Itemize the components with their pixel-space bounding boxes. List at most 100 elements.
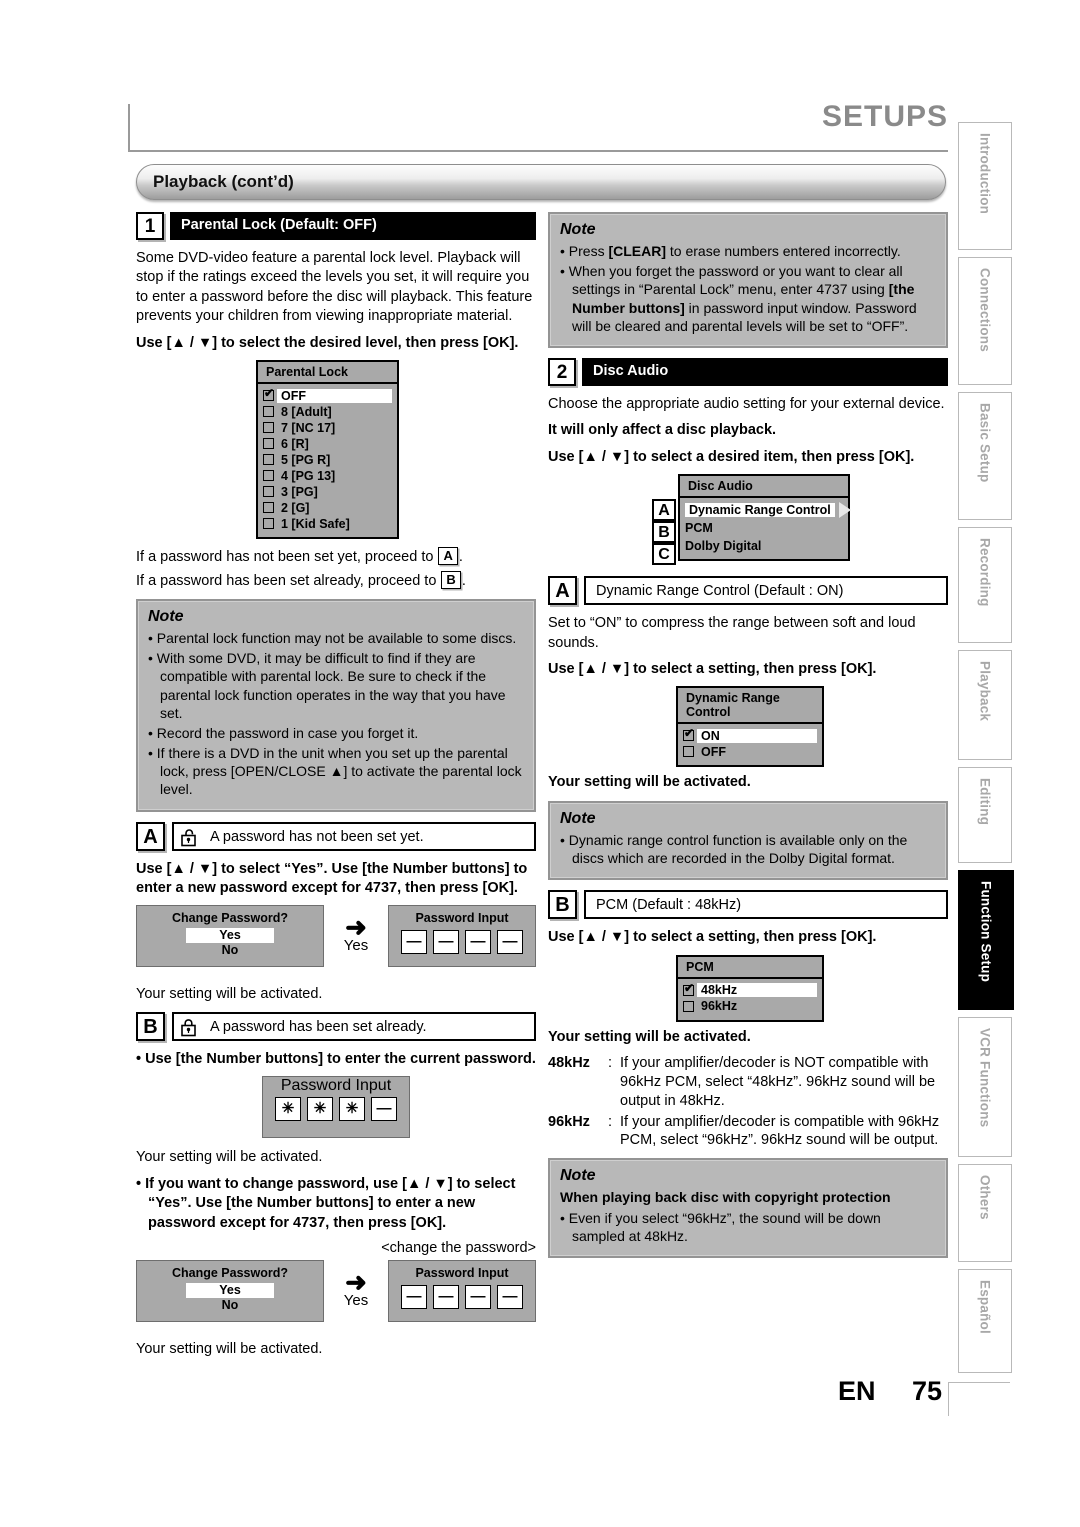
digit-cell[interactable]: — (497, 1285, 523, 1310)
page-header: SETUPS (128, 100, 948, 152)
block-letter: B (136, 1011, 165, 1041)
osd-option[interactable]: Dynamic Range Control (680, 501, 851, 518)
password-input-panel: Password Input — — — — (388, 905, 536, 968)
yes-option[interactable]: Yes (186, 1283, 274, 1299)
digit-group: — — — — (389, 928, 535, 960)
checkbox-icon[interactable] (683, 727, 694, 742)
yes-option[interactable]: Yes (186, 928, 274, 944)
password-input-panel: Password Input — — — — (388, 1260, 536, 1323)
tab-editing[interactable]: Editing (958, 767, 1012, 863)
block-b-input-wrap: Password Input ✳ ✳ ✳ — (136, 1076, 536, 1144)
osd-option[interactable]: OFF (263, 387, 392, 403)
reference-key-a: A (438, 547, 458, 566)
tab-basic-setup[interactable]: Basic Setup (958, 392, 1012, 520)
digit-cell[interactable]: — (497, 930, 523, 955)
tab-recording[interactable]: Recording (958, 527, 1012, 643)
tab-label: Connections (977, 268, 993, 352)
digit-cell[interactable]: ✳ (275, 1097, 301, 1122)
note-list: Dynamic range control function is availa… (560, 831, 936, 867)
right-block-a-heading: A Dynamic Range Control (Default : ON) (548, 576, 948, 606)
checkbox-icon[interactable] (263, 438, 274, 450)
no-option[interactable]: No (186, 943, 274, 958)
parental-lock-menu-wrap: Parental Lock OFF 8 [Adult] 7 [NC 17] 6 … (256, 360, 536, 540)
step-2-heading: 2 Disc Audio (548, 357, 948, 386)
digit-cell[interactable]: — (401, 1285, 427, 1310)
osd-option[interactable]: OFF (683, 744, 817, 759)
checkbox-icon[interactable] (263, 518, 274, 530)
osd-option[interactable]: 6 [R] (263, 436, 392, 451)
checkbox-icon[interactable] (683, 1000, 694, 1012)
note-parental-lock: Note Parental lock function may not be a… (136, 598, 536, 812)
digit-cell[interactable]: — (465, 1285, 491, 1310)
osd-body: ON OFF (678, 724, 822, 765)
proceed-a-line: If a password has not been set yet, proc… (136, 547, 536, 567)
osd-option-label: 7 [NC 17] (281, 420, 336, 435)
osd-option[interactable]: 8 [Adult] (263, 404, 392, 419)
checkbox-icon[interactable] (263, 486, 274, 498)
definition-desc: If your amplifier/decoder is NOT compati… (620, 1055, 936, 1109)
checkbox-icon[interactable] (683, 982, 694, 996)
no-option[interactable]: No (186, 1298, 274, 1313)
tab-introduction[interactable]: Introduction (958, 122, 1012, 250)
page-number: 75 (912, 1376, 943, 1406)
osd-option-label: 3 [PG] (281, 484, 318, 499)
definition-term: 48kHz (548, 1055, 590, 1072)
osd-option[interactable]: 96kHz (683, 999, 817, 1014)
unlocked-padlock-icon (181, 828, 196, 846)
tab-espanol[interactable]: Español (958, 1269, 1012, 1373)
checkbox-icon[interactable] (263, 502, 274, 514)
checkbox-icon[interactable] (683, 746, 694, 758)
osd-option[interactable]: 7 [NC 17] (263, 420, 392, 435)
note-item: Even if you select “96kHz”, the sound wi… (560, 1209, 936, 1245)
note-key: [CLEAR] (608, 243, 667, 259)
yes-no-group: Yes No (186, 928, 274, 958)
pcm-menu-wrap: PCM 48kHz 96kHz (676, 954, 948, 1022)
osd-option[interactable]: 48kHz (683, 982, 817, 998)
flow-arrow: ➜ Yes (326, 914, 386, 954)
checkbox-icon[interactable] (263, 387, 274, 402)
osd-option[interactable]: PCM (680, 519, 848, 536)
osd-option[interactable]: 3 [PG] (263, 484, 392, 499)
osd-option[interactable]: 2 [G] (263, 500, 392, 515)
digit-cell[interactable]: ✳ (339, 1097, 365, 1122)
note-copyright: Note When playing back disc with copyrig… (548, 1158, 948, 1258)
note-list: Parental lock function may not be availa… (148, 629, 524, 799)
block-b-activated: Your setting will be activated. (136, 1149, 323, 1166)
osd-option-label: PCM (685, 520, 713, 535)
note-item: Dynamic range control function is availa… (560, 831, 936, 867)
osd-option[interactable]: 1 [Kid Safe] (263, 516, 392, 531)
panel-title: Password Input (415, 1266, 509, 1281)
checkbox-icon[interactable] (263, 454, 274, 466)
digit-cell[interactable]: — (465, 930, 491, 955)
note-item: With some DVD, it may be difficult to fi… (148, 649, 524, 722)
step-title: Disc Audio (593, 362, 669, 379)
checkbox-icon[interactable] (263, 406, 274, 418)
tab-playback[interactable]: Playback (958, 650, 1012, 760)
osd-option[interactable]: ON (683, 727, 817, 743)
checkbox-icon[interactable] (263, 422, 274, 434)
digit-cell[interactable]: ✳ (307, 1097, 333, 1122)
drc-menu-wrap: Dynamic Range Control ON OFF (676, 686, 948, 768)
osd-option[interactable]: Dolby Digital (680, 537, 848, 554)
tab-label: Introduction (977, 133, 993, 215)
step-number: 1 (136, 212, 164, 240)
digit-cell[interactable]: — (401, 930, 427, 955)
note-item: Parental lock function may not be availa… (148, 629, 524, 647)
osd-option[interactable]: 5 [PG R] (263, 452, 392, 467)
digit-cell[interactable]: — (433, 1285, 459, 1310)
digit-cell[interactable]: — (371, 1097, 397, 1122)
tab-connections[interactable]: Connections (958, 257, 1012, 385)
note-item: When you forget the password or you want… (560, 262, 936, 335)
tab-vcr-functions[interactable]: VCR Functions (958, 1017, 1012, 1157)
parental-lock-instruction: Use [▲ / ▼] to select the desired level,… (136, 334, 519, 351)
osd-option-label: ON (697, 728, 817, 743)
osd-option-label: 96kHz (701, 999, 738, 1014)
chevron-right-icon (838, 501, 851, 518)
definition-term: 96kHz (548, 1113, 590, 1130)
tab-others[interactable]: Others (958, 1164, 1012, 1262)
tab-function-setup[interactable]: Function Setup (958, 870, 1014, 1010)
panel-title: Password Input (415, 911, 509, 926)
digit-cell[interactable]: — (433, 930, 459, 955)
checkbox-icon[interactable] (263, 470, 274, 482)
osd-option[interactable]: 4 [PG 13] (263, 468, 392, 483)
